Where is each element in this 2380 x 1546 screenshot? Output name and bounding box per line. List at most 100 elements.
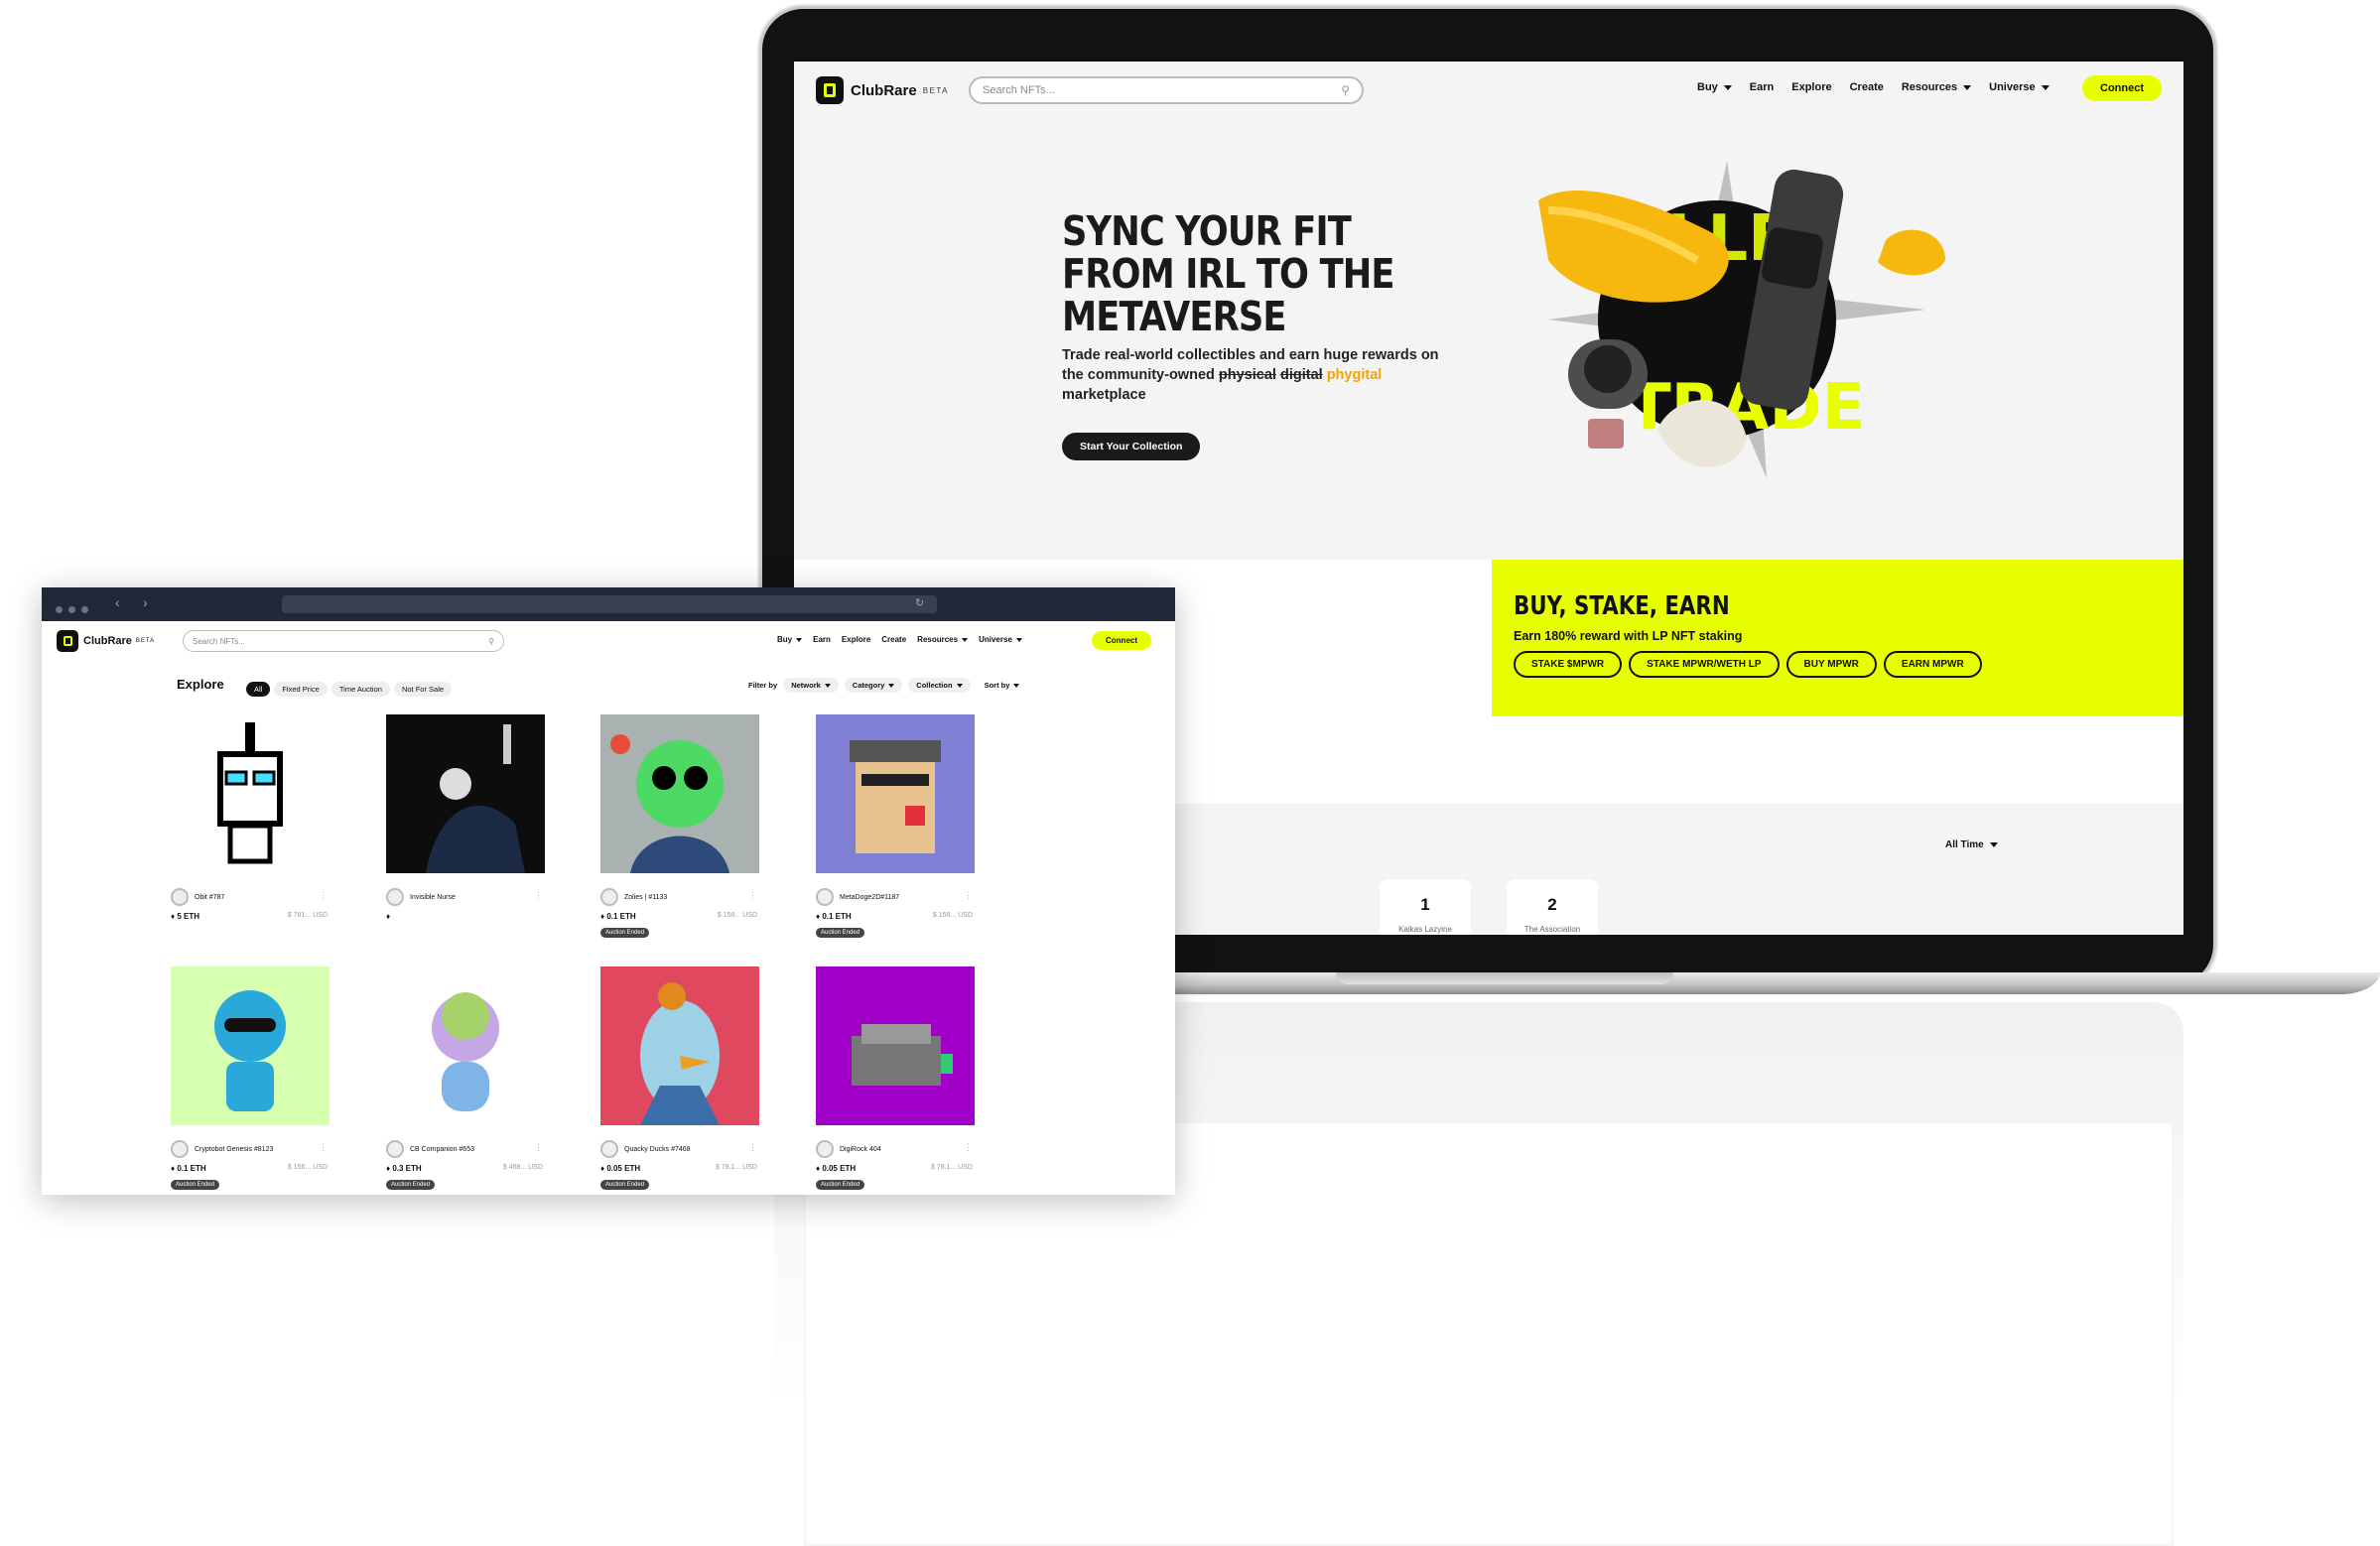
browser-nav-menu: Buy Earn Explore Create Resources Univer… bbox=[777, 635, 1022, 644]
owner-avatar[interactable] bbox=[171, 888, 189, 906]
filter-bar: Filter by Network Category Collection So… bbox=[748, 678, 1020, 693]
owner-avatar[interactable] bbox=[816, 1140, 834, 1158]
tab-fixed-price[interactable]: Fixed Price bbox=[274, 682, 328, 697]
hero-title-line: METAVERSE bbox=[1062, 293, 1287, 340]
search-input[interactable]: Search NFTs... ⚲ bbox=[969, 76, 1364, 104]
buy-mpwr-button[interactable]: BUY MPWR bbox=[1785, 651, 1877, 678]
nav-explore[interactable]: Explore bbox=[842, 635, 870, 644]
brand-name: ClubRare bbox=[851, 81, 917, 99]
browser-window: ‹ › ↻ ClubRare BETA Search NFTs... ⚲ Buy… bbox=[42, 587, 1175, 1195]
clubrare-logo-icon bbox=[816, 76, 844, 104]
tab-time-auction[interactable]: Time Auction bbox=[331, 682, 390, 697]
explore-title: Explore bbox=[177, 677, 224, 692]
owner-avatar[interactable] bbox=[386, 1140, 404, 1158]
laptop-logo[interactable]: ClubRare BETA bbox=[816, 76, 949, 104]
category-filter[interactable]: Category bbox=[844, 678, 903, 693]
more-options-icon[interactable]: ⋮ bbox=[964, 1142, 973, 1153]
nav-buy[interactable]: Buy bbox=[1697, 81, 1732, 93]
nft-card[interactable]: DigiRock 404 ⋮ ♦ 0.05 ETH $ 78.1... USD Auct… bbox=[816, 966, 977, 1191]
more-options-icon[interactable]: ⋮ bbox=[319, 890, 328, 901]
nav-buy[interactable]: Buy bbox=[777, 635, 803, 644]
nft-artwork[interactable] bbox=[600, 966, 759, 1125]
stake-mpwr-button[interactable]: STAKE $MPWR bbox=[1514, 651, 1623, 678]
connect-button[interactable]: Connect bbox=[1092, 631, 1151, 650]
browser-logo[interactable]: ClubRare BETA bbox=[57, 630, 155, 652]
nft-card[interactable]: Obit #787 ⋮ ♦ 5 ETH $ 781... USD bbox=[171, 714, 331, 921]
address-bar[interactable] bbox=[282, 595, 937, 613]
connect-button[interactable]: Connect bbox=[2082, 75, 2162, 101]
nft-artwork[interactable] bbox=[171, 714, 330, 873]
rank-name: The Association bbox=[1523, 925, 1581, 934]
ranking-card[interactable]: 2 The Association bbox=[1507, 879, 1598, 935]
more-options-icon[interactable]: ⋮ bbox=[964, 890, 973, 901]
strike-physical: physical bbox=[1218, 367, 1276, 383]
search-icon: ⚲ bbox=[488, 636, 494, 646]
owner-avatar[interactable] bbox=[386, 888, 404, 906]
nav-create[interactable]: Create bbox=[881, 635, 906, 644]
filter-label: Filter by bbox=[748, 681, 778, 690]
rank-number: 1 bbox=[1420, 895, 1430, 914]
nft-artwork[interactable] bbox=[171, 966, 330, 1125]
nft-card[interactable]: Cryptobot Genesis #8123 ⋮ ♦ 0.1 ETH $ 156..… bbox=[171, 966, 331, 1191]
owner-avatar[interactable] bbox=[600, 888, 618, 906]
strike-digital: digital bbox=[1279, 367, 1323, 383]
more-options-icon[interactable]: ⋮ bbox=[534, 1142, 543, 1153]
laptop-navbar: ClubRare BETA Search NFTs... ⚲ Buy Earn … bbox=[794, 62, 2183, 119]
nft-card[interactable]: MetaDoge2D#1187 ⋮ ♦ 0.1 ETH $ 156... USD Auc… bbox=[816, 714, 977, 939]
tab-all[interactable]: All bbox=[246, 682, 271, 697]
more-options-icon[interactable]: ⋮ bbox=[748, 1142, 757, 1153]
nav-earn[interactable]: Earn bbox=[813, 635, 831, 644]
auction-ended-badge: Auction Ended bbox=[600, 928, 650, 938]
nft-artwork[interactable] bbox=[600, 714, 759, 873]
chevron-down-icon bbox=[1963, 84, 1972, 90]
nft-price-row: ♦ 0.1 ETH $ 156... USD bbox=[816, 912, 977, 921]
sort-dropdown[interactable]: Sort by bbox=[985, 681, 1020, 690]
eth-price: ♦ 0.1 ETH bbox=[171, 1164, 206, 1173]
collection-filter[interactable]: Collection bbox=[908, 678, 971, 693]
nav-universe[interactable]: Universe bbox=[1989, 81, 2049, 93]
eth-price: ♦ 0.05 ETH bbox=[600, 1164, 641, 1173]
nft-card[interactable]: Invisible Nurse ⋮ ♦ bbox=[386, 714, 547, 921]
auction-ended-badge: Auction Ended bbox=[816, 1180, 865, 1190]
nft-meta: DigiRock 404 ⋮ bbox=[816, 1140, 977, 1158]
usd-price: $ 78.1... USD bbox=[715, 1164, 757, 1171]
brand-name: ClubRare bbox=[83, 635, 132, 647]
nft-name: Cryptobot Genesis #8123 bbox=[195, 1145, 274, 1153]
forward-arrow-icon[interactable]: › bbox=[143, 594, 148, 610]
earn-mpwr-button[interactable]: EARN MPWR bbox=[1883, 651, 1982, 678]
nft-artwork[interactable] bbox=[386, 966, 545, 1125]
nav-earn[interactable]: Earn bbox=[1750, 81, 1774, 93]
owner-avatar[interactable] bbox=[816, 888, 834, 906]
nft-card[interactable]: Zolies | #1133 ⋮ ♦ 0.1 ETH $ 156... USD Auct… bbox=[600, 714, 761, 939]
tab-not-for-sale[interactable]: Not For Sale bbox=[393, 682, 453, 697]
owner-avatar[interactable] bbox=[171, 1140, 189, 1158]
network-filter[interactable]: Network bbox=[783, 678, 839, 693]
nav-explore[interactable]: Explore bbox=[1791, 81, 1831, 93]
hero-title: SYNC YOUR FIT FROM IRL TO THE METAVERSE bbox=[1062, 210, 1538, 338]
nft-meta: Cryptobot Genesis #8123 ⋮ bbox=[171, 1140, 331, 1158]
ranking-card[interactable]: 1 Kaikas Lazyine bbox=[1380, 879, 1471, 935]
more-options-icon[interactable]: ⋮ bbox=[534, 890, 543, 901]
back-arrow-icon[interactable]: ‹ bbox=[115, 594, 120, 610]
nft-artwork[interactable] bbox=[386, 714, 545, 873]
window-controls[interactable] bbox=[56, 600, 94, 618]
nav-resources[interactable]: Resources bbox=[917, 635, 969, 644]
nav-resources[interactable]: Resources bbox=[1902, 81, 1972, 93]
reload-icon[interactable]: ↻ bbox=[915, 596, 924, 609]
time-filter-dropdown[interactable]: All Time bbox=[1945, 839, 1998, 850]
nft-card[interactable]: CB Companion #653 ⋮ ♦ 0.3 ETH $ 468... USD A… bbox=[386, 966, 547, 1191]
more-options-icon[interactable]: ⋮ bbox=[319, 1142, 328, 1153]
search-input[interactable]: Search NFTs... ⚲ bbox=[183, 630, 504, 652]
chevron-down-icon bbox=[796, 637, 803, 642]
more-options-icon[interactable]: ⋮ bbox=[748, 890, 757, 901]
start-collection-button[interactable]: Start Your Collection bbox=[1062, 433, 1201, 460]
chevron-down-icon bbox=[1015, 637, 1022, 642]
nav-create[interactable]: Create bbox=[1850, 81, 1884, 93]
nft-artwork[interactable] bbox=[816, 714, 975, 873]
nav-universe[interactable]: Universe bbox=[979, 635, 1022, 644]
nft-artwork[interactable] bbox=[816, 966, 975, 1125]
stake-lp-button[interactable]: STAKE MPWR/WETH LP bbox=[1629, 651, 1780, 678]
owner-avatar[interactable] bbox=[600, 1140, 618, 1158]
chevron-down-icon bbox=[2041, 84, 2049, 90]
nft-card[interactable]: Quacky Ducks #7468 ⋮ ♦ 0.05 ETH $ 78.1... U… bbox=[600, 966, 761, 1191]
